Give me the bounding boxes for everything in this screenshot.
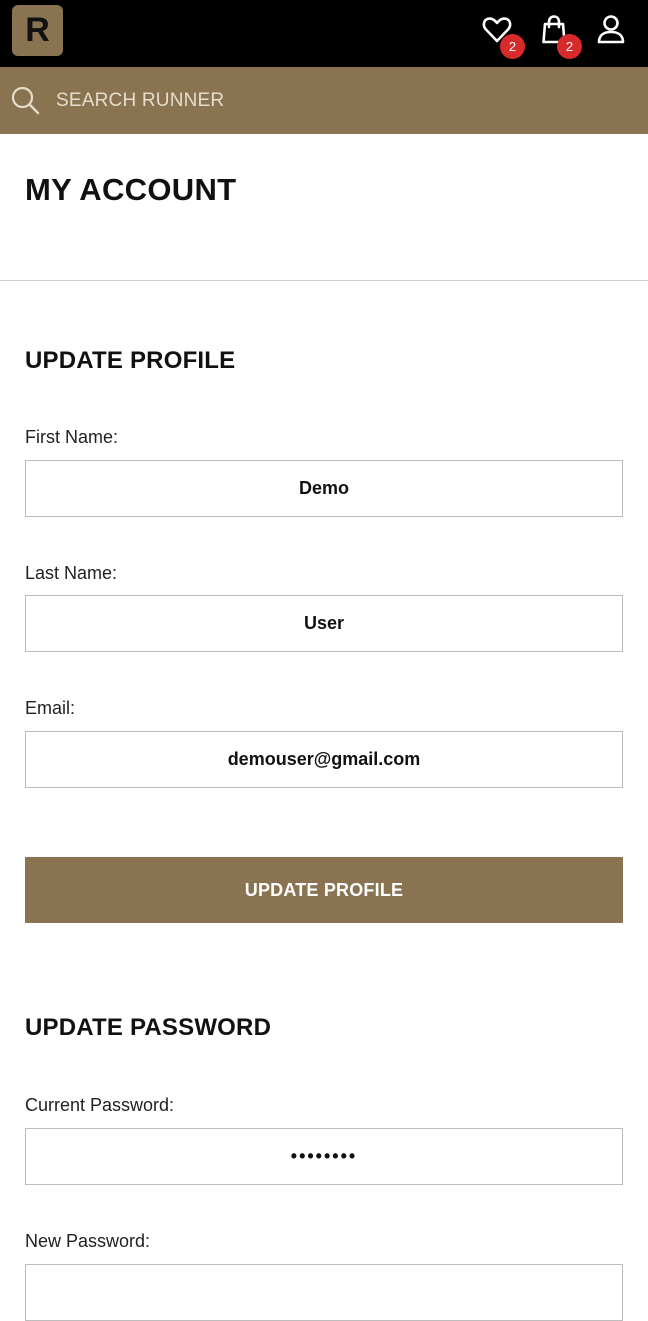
user-icon — [597, 15, 625, 44]
search-input[interactable] — [56, 85, 616, 117]
new-password-label: New Password: — [25, 1231, 151, 1251]
update-profile-heading: UPDATE PROFILE — [25, 347, 236, 374]
current-password-field[interactable]: •••••••• — [25, 1128, 623, 1185]
update-password-heading: UPDATE PASSWORD — [25, 1014, 272, 1041]
divider — [0, 280, 648, 281]
update-profile-button-label: UPDATE PROFILE — [244, 879, 404, 900]
wishlist-button[interactable]: 2 — [482, 14, 525, 59]
first-name-label: First Name: — [25, 427, 119, 447]
update-profile-button[interactable]: UPDATE PROFILE — [25, 857, 623, 923]
page-title: MY ACCOUNT — [25, 172, 237, 207]
first-name-field[interactable]: Demo — [25, 460, 623, 517]
last-name-label: Last Name: — [25, 563, 118, 583]
wishlist-count-badge: 2 — [500, 34, 525, 59]
cart-button[interactable]: 2 — [539, 14, 582, 59]
last-name-field[interactable]: User — [25, 595, 623, 652]
logo-letter: R — [25, 11, 50, 49]
current-password-value: •••••••• — [290, 1146, 358, 1166]
cart-count-badge: 2 — [557, 34, 582, 59]
email-label: Email: — [25, 698, 76, 718]
new-password-field[interactable] — [25, 1264, 623, 1321]
top-header: R 2 2 — [0, 0, 648, 67]
account-button[interactable] — [596, 14, 626, 46]
last-name-value: User — [303, 613, 345, 633]
logo[interactable]: R — [12, 5, 63, 56]
email-field[interactable]: demouser@gmail.com — [25, 731, 623, 788]
email-value: demouser@gmail.com — [227, 749, 421, 769]
search-icon[interactable] — [10, 85, 40, 115]
search-bar — [0, 67, 648, 134]
first-name-value: Demo — [298, 478, 349, 498]
current-password-label: Current Password: — [25, 1095, 175, 1115]
